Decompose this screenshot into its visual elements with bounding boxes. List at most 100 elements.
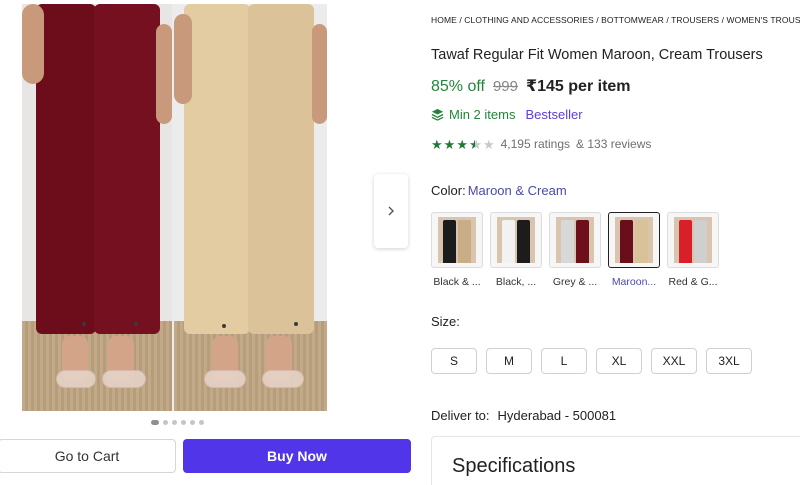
color-swatch[interactable]: Black, ...: [490, 212, 542, 288]
price-row: 85% off 999 ₹145 per item: [431, 76, 631, 96]
swatch-thumbnail: [549, 212, 601, 268]
sandal: [204, 370, 246, 388]
breadcrumb-item[interactable]: HOME: [431, 15, 457, 25]
swatch-trouser: [517, 220, 530, 263]
sandal: [262, 370, 304, 388]
swatch-trouser: [458, 220, 471, 263]
next-image-button[interactable]: [374, 174, 408, 248]
stack-icon: [431, 108, 444, 121]
pagination-dot[interactable]: [172, 420, 177, 425]
swatch-image: [556, 217, 594, 263]
swatch-label: Red & G...: [668, 276, 718, 288]
arm: [312, 24, 327, 124]
gallery-pagination[interactable]: [151, 420, 204, 425]
selected-color-value: Maroon & Cream: [467, 183, 567, 198]
rating-row[interactable]: ★ ★ ★ ★★ ★ 4,195 ratings & 133 reviews: [431, 137, 651, 151]
pagination-dot[interactable]: [181, 420, 186, 425]
trouser-button: [222, 324, 226, 328]
color-swatch[interactable]: Black & ...: [431, 212, 483, 288]
swatch-trouser: [635, 220, 648, 263]
swatch-trouser: [694, 220, 707, 263]
product-title: Tawaf Regular Fit Women Maroon, Cream Tr…: [431, 47, 763, 63]
pagination-dot[interactable]: [151, 420, 159, 425]
delivery-info: Deliver to: Hyderabad - 500081: [431, 408, 616, 423]
min-items-badge: Min 2 items: [431, 107, 515, 122]
swatch-thumbnail: [667, 212, 719, 268]
reviews-count: & 133 reviews: [576, 137, 652, 151]
swatch-trouser: [576, 220, 589, 263]
product-image[interactable]: [22, 4, 327, 411]
color-swatch[interactable]: Grey & ...: [549, 212, 601, 288]
star-icon: ★: [431, 136, 443, 152]
ratings-count: 4,195 ratings: [500, 137, 571, 151]
swatch-label: Black & ...: [433, 276, 481, 288]
trouser-button: [134, 322, 138, 326]
arm: [174, 14, 192, 104]
sandal: [56, 370, 96, 388]
swatch-thumbnail: [431, 212, 483, 268]
product-photo-maroon: [22, 4, 172, 411]
size-option[interactable]: 3XL: [706, 348, 752, 374]
size-option[interactable]: XXL: [651, 348, 697, 374]
breadcrumb-item[interactable]: TROUSERS: [671, 15, 719, 25]
star-icon: ★: [456, 136, 468, 152]
maroon-trouser-left-leg: [36, 4, 96, 334]
size-option[interactable]: S: [431, 348, 477, 374]
star-icon: ★★: [468, 137, 482, 151]
sale-price: ₹145 per item: [526, 78, 631, 95]
star-icon: ★: [482, 136, 495, 152]
size-label: Size:: [431, 314, 460, 329]
swatch-trouser: [679, 220, 692, 263]
arm: [156, 24, 172, 124]
maroon-trouser-right-leg: [94, 4, 160, 334]
swatch-trouser: [561, 220, 574, 263]
cream-trouser-left-leg: [184, 4, 250, 334]
swatch-image: [615, 217, 653, 263]
sandal: [102, 370, 146, 388]
color-swatch[interactable]: Red & G...: [667, 212, 719, 288]
pagination-dot[interactable]: [163, 420, 168, 425]
pagination-dot[interactable]: [190, 420, 195, 425]
product-photo-cream: [174, 4, 327, 411]
min-items-text: Min 2 items: [449, 107, 516, 122]
swatch-thumbnail: [490, 212, 542, 268]
color-label-text: Color:: [431, 183, 466, 198]
badge-row: Min 2 items Bestseller: [431, 107, 583, 122]
star-rating: ★ ★ ★ ★★ ★: [431, 138, 495, 151]
swatch-image: [497, 217, 535, 263]
breadcrumb-item[interactable]: CLOTHING AND ACCESSORIES: [464, 15, 593, 25]
swatch-label: Grey & ...: [552, 276, 598, 288]
swatch-image: [674, 217, 712, 263]
chevron-right-icon: [388, 206, 394, 216]
breadcrumb-item[interactable]: BOTTOMWEAR: [601, 15, 664, 25]
trouser-button: [294, 322, 298, 326]
breadcrumb-item[interactable]: WOMEN'S TROUSERS: [727, 15, 800, 25]
breadcrumb: HOME / CLOTHING AND ACCESSORIES / BOTTOM…: [431, 15, 800, 25]
bestseller-badge: Bestseller: [525, 107, 583, 122]
go-to-cart-button[interactable]: Go to Cart: [0, 439, 176, 473]
color-label: Color: Maroon & Cream: [431, 183, 567, 198]
cream-trouser-right-leg: [248, 4, 314, 334]
swatch-label: Black, ...: [495, 276, 537, 288]
delivery-location[interactable]: Hyderabad - 500081: [498, 408, 617, 423]
specifications-title: Specifications: [452, 455, 576, 477]
swatch-trouser: [620, 220, 633, 263]
color-swatch[interactable]: Maroon...: [608, 212, 660, 288]
swatch-trouser: [443, 220, 456, 263]
size-option[interactable]: XL: [596, 348, 642, 374]
swatch-image: [438, 217, 476, 263]
swatch-label: Maroon...: [611, 276, 657, 288]
buy-now-button[interactable]: Buy Now: [183, 439, 411, 473]
deliver-label: Deliver to:: [431, 408, 490, 423]
star-icon: ★: [443, 136, 456, 152]
size-option[interactable]: M: [486, 348, 532, 374]
size-options: S M L XL XXL 3XL: [431, 348, 752, 374]
discount-label: 85% off: [431, 78, 485, 95]
pagination-dot[interactable]: [199, 420, 204, 425]
trouser-button: [82, 322, 86, 326]
rug-background: [22, 321, 172, 411]
swatch-thumbnail: [608, 212, 660, 268]
size-option[interactable]: L: [541, 348, 587, 374]
arm: [22, 4, 44, 84]
breadcrumb-separator: /: [719, 15, 727, 25]
